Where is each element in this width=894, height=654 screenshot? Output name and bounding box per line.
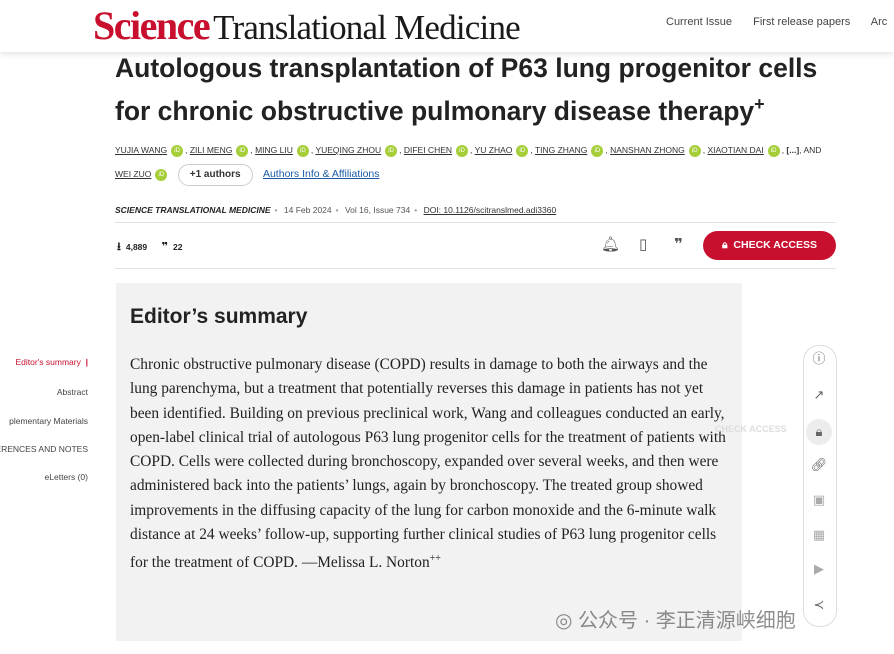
orcid-icon[interactable]: iD [236,144,249,157]
author-link[interactable]: YUEQING ZHOU [315,145,381,155]
share-icon[interactable]: ≺ [808,594,830,616]
author-link[interactable]: WEI ZUO [115,169,151,179]
leftnav-references[interactable]: ERENCES AND NOTES [0,444,88,454]
wechat-icon: ◎ [555,610,573,632]
orcid-icon[interactable]: iD [591,144,604,157]
orcid-icon[interactable]: iD [456,144,469,157]
metrics-row: ⭳ 4,889 ❞ 22 [117,238,182,257]
orcid-icon[interactable]: iD [171,144,184,157]
more-authors-button[interactable]: +1 authors [177,164,253,186]
orcid-icon[interactable]: iD [516,144,529,157]
nav-first-release[interactable]: First release papers [753,16,850,28]
leftnav-eletters[interactable]: eLetters (0) [45,472,88,482]
leftnav-supplementary[interactable]: plementary Materials [9,416,88,426]
title-footnote-mark: + [754,94,765,114]
check-access-button[interactable]: 🔒︎ CHECK ACCESS [703,231,836,260]
info-icon[interactable]: ⓘ [808,348,830,370]
affiliations-link[interactable]: Authors Info & Affiliations [263,168,380,180]
watermark: ◎ 公众号 · 李正清源峡细胞 [555,610,796,632]
site-header: Science Translational Medicine Current Is… [0,0,894,52]
download-count: 4,889 [125,242,148,252]
media-icon[interactable]: ▶ [808,558,830,580]
bell-icon[interactable]: 🔔︎ [601,235,620,253]
leftnav-abstract[interactable]: Abstract [57,387,88,397]
access-lock-icon[interactable]: 🔒︎ [806,419,832,445]
orcid-icon[interactable]: iD [688,144,701,157]
article-title: Autologous transplantation of P63 lung p… [115,53,818,126]
doi-link[interactable]: DOI: 10.1126/scitranslmed.adi3360 [424,205,557,215]
author-link[interactable]: XIAOTIAN DAI [707,145,763,155]
tables-icon[interactable]: ▦ [808,524,830,546]
pub-date: 14 Feb 2024 [283,205,332,215]
leftnav-editors-summary[interactable]: Editor's summary | [15,357,88,367]
link-icon[interactable]: 🔗︎ [808,454,830,476]
orcid-icon[interactable]: iD [385,144,398,157]
download-icon: ⭳ [117,241,121,253]
divider [115,268,836,269]
author-link[interactable]: NANSHAN ZHONG [610,145,685,155]
journal-name[interactable]: SCIENCE TRANSLATIONAL MEDICINE [115,205,271,215]
nav-archive[interactable]: Arc [871,16,888,28]
authors-ellipsis[interactable]: [...] [786,145,799,155]
metrics-icon[interactable]: ↗ [808,384,830,406]
ghost-check-access: CHECK ACCESS [715,424,787,434]
summary-text: Chronic obstructive pulmonary disease (C… [130,356,726,572]
author-link[interactable]: ZILI MENG [190,145,233,155]
quote-icon: ❞ [161,241,168,253]
figures-icon[interactable]: ▣ [808,489,830,511]
cite-icon[interactable]: ❞ [674,235,683,253]
citation-count: 22 [172,242,183,252]
bookmark-icon[interactable]: ▯ [639,235,647,253]
orcid-icon[interactable]: iD [767,144,780,157]
nav-current-issue[interactable]: Current Issue [666,16,732,28]
orcid-icon[interactable]: iD [155,168,168,181]
author-link[interactable]: YU ZHAO [475,145,513,155]
author-link[interactable]: DIFEI CHEN [404,145,452,155]
article-meta: SCIENCE TRANSLATIONAL MEDICINE • 14 Feb 2… [115,205,557,215]
author-link[interactable]: YUJIA WANG [115,145,167,155]
author-link[interactable]: MING LIU [255,145,293,155]
top-nav: Current Issue First release papers Arc [666,16,894,28]
author-list: YUJIA WANG iD, ZILI MENG iD, MING LIU iD, Y… [115,138,855,186]
volume-issue[interactable]: Vol 16, Issue 734 [345,205,410,215]
author-link[interactable]: TING ZHANG [535,145,587,155]
summary-heading: Editor’s summary [130,305,308,328]
divider [115,222,836,223]
journal-logo[interactable]: Science Translational Medicine [93,4,521,57]
orcid-icon[interactable]: iD [296,144,309,157]
lock-icon: 🔒︎ [721,239,728,251]
editors-summary: Editor’s summary Chronic obstructive pul… [116,283,742,641]
authors-and: AND [803,145,822,155]
author-footnote-mark: ++ [429,553,441,565]
